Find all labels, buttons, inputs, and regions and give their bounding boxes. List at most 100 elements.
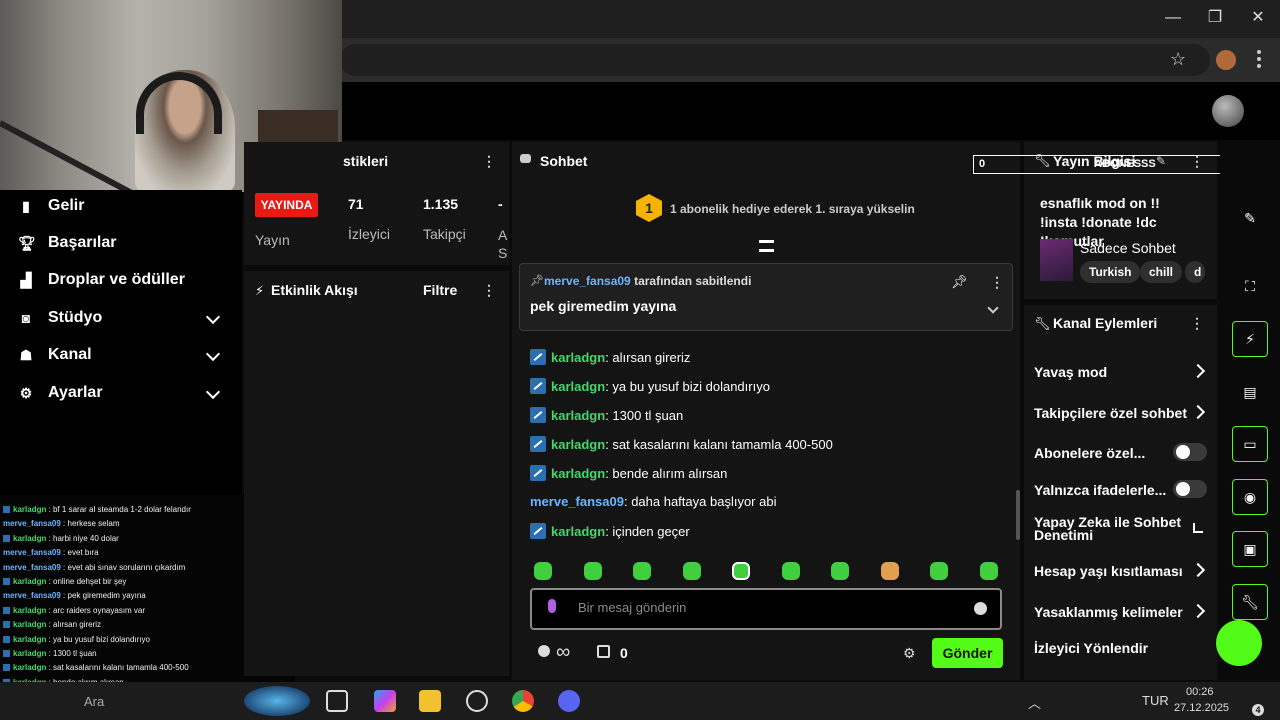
chat-message[interactable]: karladgn: ya bu yusuf bizi dolandırıyo — [530, 378, 770, 394]
taskbar-search[interactable]: Ara — [84, 694, 104, 709]
user-avatar[interactable] — [1212, 95, 1244, 127]
browser-menu-icon[interactable] — [1257, 50, 1261, 68]
task-view-icon[interactable] — [326, 690, 348, 712]
broadcast-icon[interactable]: ◉ — [1232, 479, 1268, 515]
kebab-icon[interactable]: ⋮ — [1190, 316, 1204, 330]
stream-label: Yayın — [255, 232, 290, 248]
clock-time[interactable]: 00:26 — [1186, 686, 1214, 698]
sidebar-item-ayarlar[interactable]: ⚙ Ayarlar — [0, 375, 242, 411]
document-icon[interactable]: ▤ — [1232, 374, 1268, 410]
kebab-icon[interactable]: ⋮ — [482, 283, 496, 297]
chrome-icon[interactable] — [512, 690, 534, 712]
language-indicator[interactable]: TUR — [1142, 693, 1169, 708]
action-ai-moderation[interactable]: Yapay Zeka ile Sohbet Denetimi — [1034, 515, 1184, 542]
action-raid[interactable]: İzleyici Yönlendir — [1034, 640, 1148, 656]
chat-message[interactable]: karladgn: sat kasalarını kalanı tamamla … — [530, 436, 833, 452]
chat-username[interactable]: karladgn — [551, 466, 605, 481]
unpin-icon[interactable]: 📌︎ — [951, 274, 968, 290]
chat-input-placeholder[interactable]: Bir mesaj gönderin — [578, 600, 686, 615]
emote[interactable] — [980, 562, 998, 580]
chat-message[interactable]: karladgn: bende alırım alırsan — [530, 465, 727, 481]
fullscreen-icon[interactable]: ⛶ — [1232, 268, 1268, 304]
external-link-icon[interactable] — [1193, 523, 1203, 533]
action-account-age[interactable]: Hesap yaşı kısıtlaması — [1034, 563, 1183, 579]
copilot-icon[interactable] — [374, 690, 396, 712]
chat-bubble-icon[interactable]: ▭ — [1232, 426, 1268, 462]
widget-icon[interactable] — [244, 686, 310, 716]
tray-chevron-icon[interactable]: ︿ — [1028, 693, 1041, 712]
kebab-icon[interactable]: ⋮ — [1190, 154, 1204, 168]
emote[interactable] — [930, 562, 948, 580]
chat-username[interactable]: karladgn — [551, 350, 605, 365]
camera-icon[interactable]: ▣ — [1232, 531, 1268, 567]
clock-date[interactable]: 27.12.2025 — [1174, 702, 1229, 714]
edit-icon[interactable]: ✎ — [1156, 154, 1166, 168]
emote[interactable] — [584, 562, 602, 580]
overlay-chat-user: karladgn — [13, 620, 47, 630]
moderator-badge-icon — [3, 606, 10, 614]
overlay-chat-user: karladgn — [13, 533, 47, 543]
tag-chip[interactable]: Turkish — [1080, 261, 1141, 283]
points-value: ∞ — [556, 641, 571, 663]
support-headset-icon[interactable] — [1216, 620, 1262, 666]
chat-username[interactable]: karladgn — [551, 437, 605, 452]
action-followers-only[interactable]: Takipçilere özel sohbet — [1034, 405, 1187, 421]
send-button[interactable]: Gönder — [932, 638, 1003, 668]
notification-count[interactable]: 4 — [1252, 704, 1264, 716]
emote[interactable] — [881, 562, 899, 580]
chat-settings-icon[interactable]: ⚙ — [903, 645, 916, 662]
subscribers-only-toggle[interactable] — [1173, 443, 1207, 461]
chat-message[interactable]: karladgn: 1300 tl şuan — [530, 407, 683, 423]
sidebar-item-studyo[interactable]: ◙ Stüdyo — [0, 300, 242, 336]
gift-leaderboard-text[interactable]: 1 abonelik hediye ederek 1. sıraya yükse… — [670, 202, 915, 216]
emote[interactable] — [782, 562, 800, 580]
sidebar-item-kanal[interactable]: ☗ Kanal — [0, 337, 242, 373]
chat-username[interactable]: karladgn — [551, 524, 605, 539]
chat-username[interactable]: karladgn — [551, 379, 605, 394]
chat-username[interactable]: merve_fansa09 — [530, 494, 624, 509]
kebab-icon[interactable]: ⋮ — [990, 275, 1004, 289]
tag-chip[interactable]: chill — [1140, 261, 1183, 283]
collapse-icon[interactable] — [759, 240, 774, 252]
emote[interactable] — [732, 562, 750, 580]
emote[interactable] — [831, 562, 849, 580]
chat-scrollbar[interactable] — [1016, 490, 1020, 540]
action-banned-words[interactable]: Yasaklanmış kelimeler — [1034, 604, 1183, 620]
chat-username[interactable]: karladgn — [551, 408, 605, 423]
gift-icon: ▟ — [20, 272, 32, 288]
sidebar-item-droplar[interactable]: ▟ Droplar ve ödüller — [0, 262, 242, 298]
tag-chip[interactable]: d — [1185, 261, 1205, 283]
wrench-icon[interactable]: 🔧︎ — [1232, 584, 1268, 620]
obs-icon[interactable] — [466, 690, 488, 712]
sidebar-item-gelir[interactable]: ▮ Gelir — [0, 188, 242, 224]
discord-icon[interactable] — [558, 690, 580, 712]
chat-message[interactable]: karladgn: alırsan gireriz — [530, 349, 690, 365]
chat-message[interactable]: merve_fansa09: daha haftaya başlıyor abi — [530, 494, 776, 509]
action-slow-mode[interactable]: Yavaş mod — [1034, 364, 1107, 380]
sidebar-item-label: Kanal — [48, 346, 92, 363]
emote[interactable] — [534, 562, 552, 580]
file-explorer-icon[interactable] — [419, 690, 441, 712]
bolt-icon[interactable]: ⚡︎ — [1232, 321, 1268, 357]
address-bar[interactable] — [340, 44, 1210, 76]
category-name[interactable]: Sadece Sohbet — [1080, 240, 1176, 256]
profile-avatar[interactable] — [1216, 50, 1236, 70]
chat-message[interactable]: karladgn: içinden geçer — [530, 523, 690, 539]
minimize-button[interactable]: — — [1160, 6, 1186, 30]
close-window-button[interactable]: ✕ — [1245, 6, 1271, 30]
kebab-icon[interactable]: ⋮ — [482, 154, 496, 168]
emoji-icon[interactable] — [974, 602, 987, 615]
maximize-button[interactable]: ❐ — [1202, 6, 1228, 30]
emotes-only-toggle[interactable] — [1173, 480, 1207, 498]
microphone-icon[interactable] — [548, 599, 556, 613]
emote[interactable] — [633, 562, 651, 580]
chat-text: : 1300 tl şuan — [605, 408, 684, 423]
pencil-icon[interactable]: ✎ — [1232, 200, 1268, 236]
filter-button[interactable]: Filtre — [423, 282, 457, 298]
gift-icon[interactable] — [597, 645, 610, 658]
stats-title: stikleri — [343, 153, 389, 169]
bookmark-star-icon[interactable]: ☆ — [1170, 49, 1186, 70]
sidebar-item-basarilar[interactable]: 🏆︎ Başarılar — [0, 225, 242, 261]
moderator-badge-icon — [3, 578, 10, 585]
emote[interactable] — [683, 562, 701, 580]
